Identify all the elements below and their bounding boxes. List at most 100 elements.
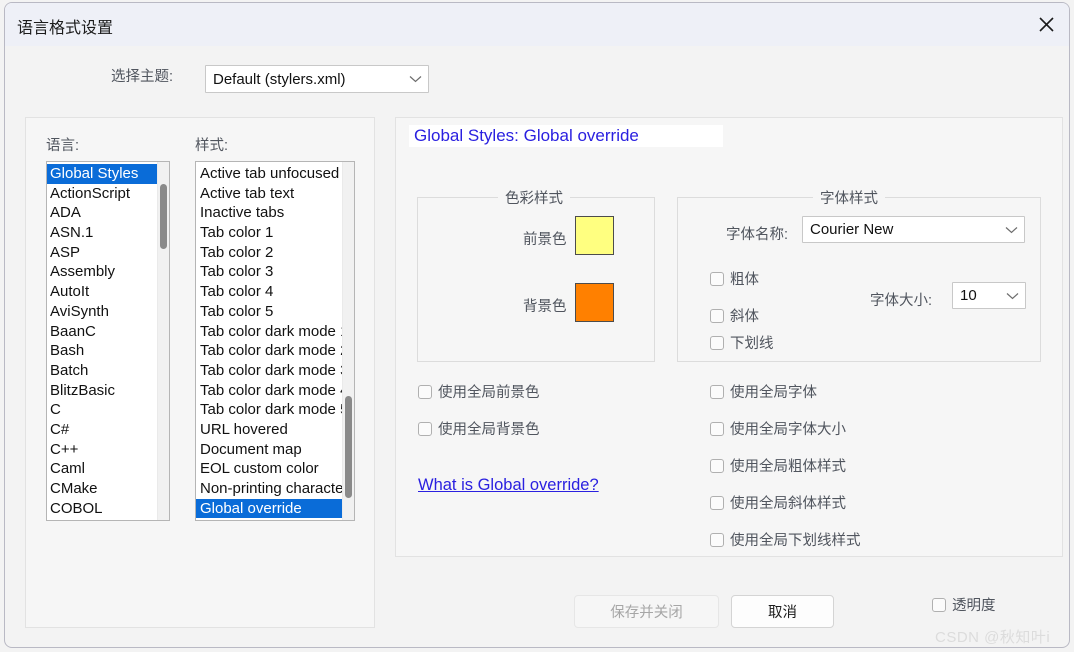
use-global-font-size-checkbox[interactable]: 使用全局字体大小 — [710, 418, 846, 439]
language-format-settings-dialog: 语言格式设置 选择主题: Default (stylers.xml) 语言: 样 — [0, 0, 1074, 652]
list-item[interactable]: C++ — [47, 440, 157, 460]
list-item[interactable]: C# — [47, 420, 157, 440]
use-global-underline-label: 使用全局下划线样式 — [730, 533, 861, 549]
list-item[interactable]: Global Styles — [47, 164, 157, 184]
close-icon[interactable] — [1023, 3, 1069, 45]
font-name-select-value: Courier New — [810, 221, 894, 238]
list-item[interactable]: Tab color 4 — [196, 282, 342, 302]
use-global-underline-checkbox[interactable]: 使用全局下划线样式 — [710, 529, 861, 550]
use-global-italic-checkbox[interactable]: 使用全局斜体样式 — [710, 492, 846, 513]
background-color-swatch[interactable] — [575, 283, 614, 322]
checkbox-box — [710, 308, 724, 323]
chevron-down-icon — [402, 75, 428, 83]
italic-checkbox[interactable]: 斜体 — [710, 305, 759, 326]
cancel-label: 取消 — [768, 605, 797, 621]
checkbox-box — [710, 495, 724, 510]
style-listbox[interactable]: Active tab unfocused Active tab text Inact… — [195, 161, 355, 521]
use-global-bold-label: 使用全局粗体样式 — [730, 459, 846, 475]
list-item[interactable]: Tab color 1 — [196, 223, 342, 243]
list-item[interactable]: Assembly — [47, 262, 157, 282]
list-item[interactable]: Tab color dark mode 5 — [196, 400, 342, 420]
use-global-font-size-label: 使用全局字体大小 — [730, 422, 846, 438]
list-item[interactable]: BlitzBasic — [47, 381, 157, 401]
language-listbox[interactable]: Global Styles ActionScript ADA ASN.1 ASP Asse… — [46, 161, 170, 521]
theme-select[interactable]: Default (stylers.xml) — [205, 65, 429, 93]
cancel-button[interactable]: 取消 — [731, 595, 834, 628]
underline-checkbox-label: 下划线 — [730, 336, 774, 352]
list-item[interactable]: Tab color 5 — [196, 302, 342, 322]
checkbox-box — [418, 421, 432, 436]
list-item[interactable]: URL hovered — [196, 420, 342, 440]
list-item[interactable]: Inactive tabs — [196, 203, 342, 223]
list-item[interactable]: EOL custom color — [196, 459, 342, 479]
list-item[interactable]: Tab color dark mode 3 — [196, 361, 342, 381]
checkbox-box — [710, 271, 724, 286]
color-style-group: 色彩样式 — [417, 187, 655, 362]
checkbox-box — [710, 458, 724, 473]
language-list-scrollbar[interactable] — [157, 162, 169, 520]
list-item[interactable]: CMake — [47, 479, 157, 499]
checkbox-box — [710, 335, 724, 350]
list-item[interactable]: Tab color 2 — [196, 243, 342, 263]
list-item[interactable]: COBOL — [47, 499, 157, 519]
list-item[interactable]: AutoIt — [47, 282, 157, 302]
list-item[interactable]: Tab color dark mode 1 — [196, 322, 342, 342]
list-item[interactable]: Tab color dark mode 2 — [196, 341, 342, 361]
title-bar: 语言格式设置 — [5, 3, 1069, 46]
checkbox-box — [710, 532, 724, 547]
scrollbar-thumb[interactable] — [345, 396, 352, 498]
style-list-label: 样式: — [195, 138, 229, 154]
window-title: 语言格式设置 — [17, 20, 114, 37]
use-global-foreground-checkbox[interactable]: 使用全局前景色 — [418, 381, 540, 402]
list-item[interactable]: Document map — [196, 440, 342, 460]
transparency-checkbox[interactable]: 透明度 — [932, 594, 996, 615]
list-item[interactable]: ADA — [47, 203, 157, 223]
theme-select-value: Default (stylers.xml) — [213, 70, 346, 88]
list-item[interactable]: Bash — [47, 341, 157, 361]
list-item[interactable]: Batch — [47, 361, 157, 381]
font-size-label: 字体大小: — [870, 293, 933, 309]
chevron-down-icon — [998, 226, 1024, 234]
list-item[interactable]: Active tab text — [196, 184, 342, 204]
save-and-close-label: 保存并关闭 — [610, 605, 683, 621]
list-item[interactable]: Tab color 3 — [196, 262, 342, 282]
save-and-close-button[interactable]: 保存并关闭 — [574, 595, 719, 628]
list-item[interactable]: Non-printing characters — [196, 479, 342, 499]
font-name-select[interactable]: Courier New — [802, 216, 1025, 243]
language-list-label: 语言: — [46, 138, 80, 154]
use-global-font-checkbox[interactable]: 使用全局字体 — [710, 381, 817, 402]
list-item[interactable]: ASP — [47, 243, 157, 263]
chevron-down-icon — [999, 292, 1025, 300]
dialog-window: 语言格式设置 选择主题: Default (stylers.xml) 语言: 样 — [4, 2, 1070, 648]
list-item[interactable]: Global override — [196, 498, 342, 519]
font-name-label: 字体名称: — [726, 227, 789, 243]
font-size-select[interactable]: 10 — [952, 282, 1026, 309]
watermark: CSDN @秋知叶i — [935, 629, 1051, 646]
bold-checkbox[interactable]: 粗体 — [710, 268, 759, 289]
use-global-background-checkbox[interactable]: 使用全局背景色 — [418, 418, 540, 439]
background-color-label: 背景色 — [523, 299, 567, 315]
list-item[interactable]: BaanC — [47, 322, 157, 342]
use-global-background-label: 使用全局背景色 — [438, 422, 540, 438]
style-list-scrollbar[interactable] — [342, 162, 354, 520]
bold-checkbox-label: 粗体 — [730, 272, 759, 288]
list-item[interactable]: AviSynth — [47, 302, 157, 322]
underline-checkbox[interactable]: 下划线 — [710, 332, 774, 353]
list-item[interactable]: Caml — [47, 459, 157, 479]
checkbox-box — [932, 597, 946, 612]
font-style-legend: 字体样式 — [820, 191, 878, 207]
list-item[interactable]: Tab color dark mode 4 — [196, 381, 342, 401]
font-size-select-value: 10 — [960, 287, 977, 304]
list-item[interactable]: C — [47, 400, 157, 420]
theme-label: 选择主题: — [111, 69, 174, 85]
list-item[interactable]: ActionScript — [47, 184, 157, 204]
foreground-color-swatch[interactable] — [575, 216, 614, 255]
use-global-bold-checkbox[interactable]: 使用全局粗体样式 — [710, 455, 846, 476]
checkbox-box — [418, 384, 432, 399]
list-item[interactable]: ASN.1 — [47, 223, 157, 243]
global-override-help-link[interactable]: What is Global override? — [418, 476, 599, 495]
scrollbar-thumb[interactable] — [160, 184, 167, 249]
italic-checkbox-label: 斜体 — [730, 309, 759, 325]
foreground-color-label: 前景色 — [523, 232, 567, 248]
list-item[interactable]: Active tab unfocused — [196, 164, 342, 184]
